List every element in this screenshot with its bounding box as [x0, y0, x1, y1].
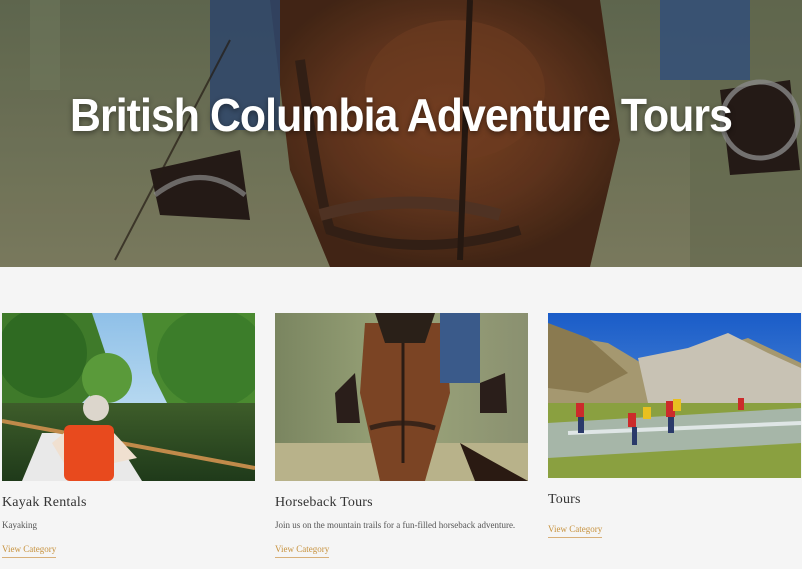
- hero-banner: British Columbia Adventure Tours: [0, 0, 802, 267]
- category-description: Join us on the mountain trails for a fun…: [275, 520, 516, 530]
- category-card-tours: Tours View Category: [548, 313, 801, 538]
- category-title: Horseback Tours: [275, 495, 373, 510]
- category-title: Tours: [548, 492, 581, 507]
- category-description: Kayaking: [2, 520, 37, 530]
- category-title: Kayak Rentals: [2, 495, 87, 510]
- tours-image[interactable]: [548, 313, 801, 478]
- category-card-kayak: Kayak Rentals Kayaking View Category: [2, 313, 255, 558]
- kayak-image[interactable]: [2, 313, 255, 481]
- category-card-horseback: Horseback Tours Join us on the mountain …: [275, 313, 528, 558]
- page-title: British Columbia Adventure Tours: [70, 89, 733, 141]
- view-category-link[interactable]: View Category: [275, 544, 330, 558]
- horseback-image[interactable]: [275, 313, 528, 481]
- view-category-link[interactable]: View Category: [548, 524, 603, 538]
- view-category-link[interactable]: View Category: [2, 544, 57, 558]
